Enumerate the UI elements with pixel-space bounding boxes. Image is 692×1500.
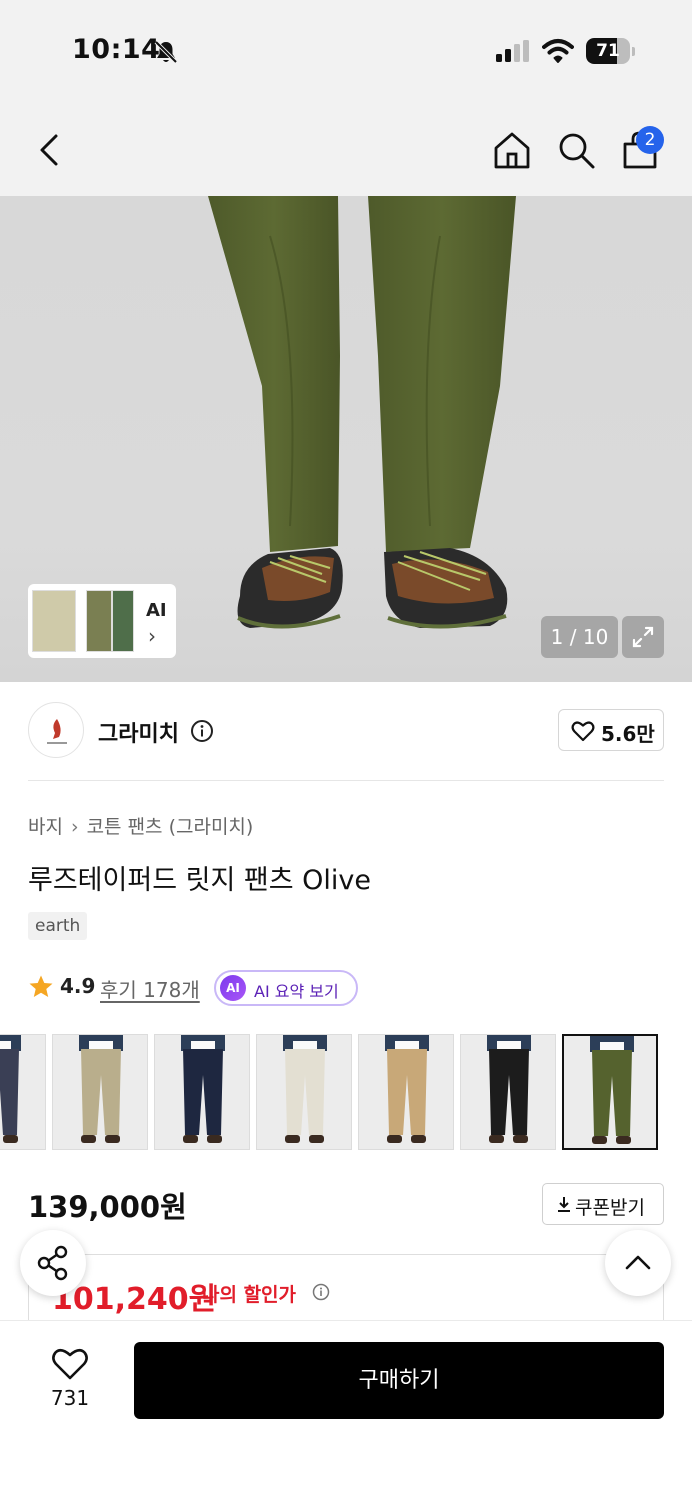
coupon-label: 쿠폰받기 [575,1197,645,1219]
share-icon [37,1245,68,1281]
ai-label: AI [146,600,167,621]
rating-value: 4.9 [60,974,96,998]
coupon-button[interactable]: 쿠폰받기 [542,1183,664,1225]
ai-thumbnail-image [32,590,76,652]
breadcrumb: 바지 › 코튼 팬츠 (그라미치) [28,812,253,839]
ai-summary-label: AI 요약 보기 [254,982,339,1001]
info-icon[interactable] [312,1283,330,1301]
buy-button[interactable]: 구매하기 [134,1342,664,1419]
heart-icon[interactable] [51,1346,89,1382]
color-variant-thumbnail[interactable] [358,1034,454,1150]
search-icon[interactable] [554,128,598,172]
ai-styling-thumbnail-card[interactable]: AI › [28,584,176,658]
back-chevron-icon[interactable] [30,128,70,172]
ai-thumbnail-image [86,590,112,652]
brand-like-count: 5.6만 [601,722,655,746]
image-counter: 1 / 10 [541,616,618,658]
product-tag[interactable]: earth [28,912,88,940]
original-price: 139,000원 [28,1190,187,1224]
breadcrumb-category[interactable]: 바지 [28,816,63,838]
ai-summary-button[interactable]: AI AI 요약 보기 [214,970,358,1006]
cellular-signal-icon [496,40,529,62]
ai-badge: AI [220,975,246,1001]
expand-image-button[interactable] [622,616,664,658]
scroll-top-icon [625,1255,651,1270]
battery-icon: 71 [586,38,635,64]
product-title: 루즈테이퍼드 릿지 팬츠 Olive [28,865,371,896]
color-variant-thumbnail[interactable] [562,1034,658,1150]
home-icon[interactable] [490,128,534,172]
color-variant-thumbnail[interactable] [52,1034,148,1150]
cart-badge: 2 [636,126,664,154]
wishlist-count: 731 [50,1386,90,1410]
bell-slash-icon [154,40,178,64]
product-image-gallery[interactable]: AI › 1 / 10 [0,196,692,682]
review-count-link[interactable]: 후기 178개 [100,974,200,1003]
wifi-icon [542,39,574,63]
top-nav-bar [0,100,692,196]
color-variant-strip [0,1034,692,1152]
expand-icon [632,626,654,648]
divider [28,780,664,781]
ai-chevron-icon: › [148,624,156,648]
battery-level: 71 [596,41,620,61]
download-icon [558,1197,570,1212]
color-variant-thumbnail[interactable] [0,1034,46,1150]
status-time: 10:14 [72,34,161,65]
breadcrumb-separator: › [70,816,79,838]
breadcrumb-subcategory[interactable]: 코튼 팬츠 (그라미치) [87,816,254,838]
heart-icon [571,721,595,742]
brand-like-button[interactable]: 5.6만 [558,709,664,751]
scroll-to-top-button[interactable] [605,1230,671,1296]
brand-name[interactable]: 그라미치 [98,716,179,748]
share-button[interactable] [20,1230,86,1296]
color-variant-thumbnail[interactable] [256,1034,352,1150]
star-icon [29,975,53,997]
discount-label: 나의 할인가 [202,1284,297,1306]
status-bar: 10:14 71 [0,0,692,100]
color-variant-thumbnail[interactable] [154,1034,250,1150]
ai-thumbnail-image [112,590,134,652]
color-variant-thumbnail[interactable] [460,1034,556,1150]
brand-logo[interactable] [28,702,84,758]
info-icon[interactable] [190,719,214,743]
